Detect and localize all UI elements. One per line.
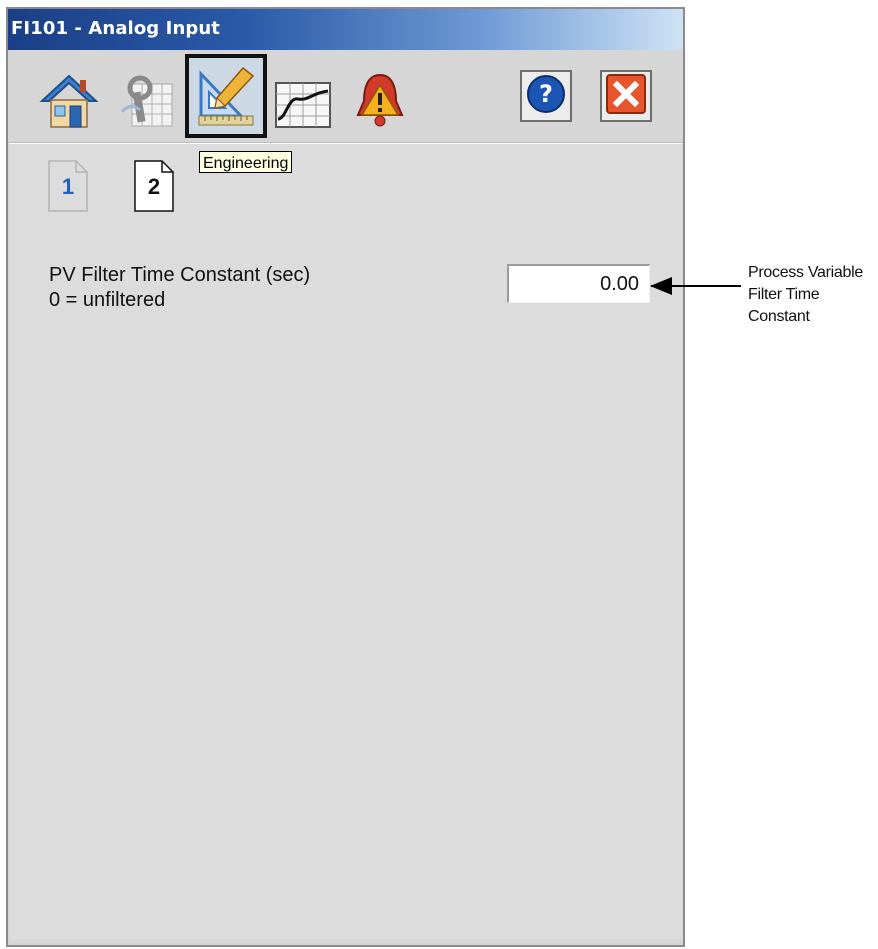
toolbar: ? bbox=[8, 50, 683, 143]
pv-filter-note: 0 = unfiltered bbox=[49, 289, 166, 311]
page-1-label: 1 bbox=[61, 174, 75, 199]
engineering-button[interactable] bbox=[185, 54, 267, 138]
callout-text: Process Variable Filter Time Constant bbox=[748, 262, 873, 328]
page-2-label: 2 bbox=[147, 174, 161, 199]
callout-line-1: Process Variable bbox=[748, 264, 863, 281]
pv-filter-time-constant-input[interactable]: 0.00 bbox=[507, 264, 650, 303]
callout-line-2: Filter Time bbox=[748, 286, 820, 303]
trend-button[interactable] bbox=[272, 74, 334, 136]
trend-icon bbox=[272, 79, 334, 131]
help-icon: ? bbox=[526, 74, 566, 119]
maintenance-icon bbox=[116, 72, 176, 130]
home-button[interactable] bbox=[38, 70, 100, 132]
alarm-bell-icon bbox=[352, 71, 408, 131]
engineering-tooltip: Engineering bbox=[199, 151, 293, 173]
faceplate-window: FI101 - Analog Input ? 1 2 PV Filter Tim… bbox=[6, 7, 685, 947]
maintenance-button[interactable] bbox=[115, 70, 177, 132]
window-title: FI101 - Analog Input bbox=[11, 18, 220, 39]
title-bar: FI101 - Analog Input bbox=[8, 9, 683, 50]
page-2-tab[interactable]: 2 bbox=[134, 160, 174, 212]
alarm-button[interactable] bbox=[349, 70, 411, 132]
close-button[interactable] bbox=[600, 70, 652, 122]
callout-line bbox=[651, 285, 741, 287]
callout-line-3: Constant bbox=[748, 308, 810, 325]
home-icon bbox=[39, 73, 99, 129]
svg-text:?: ? bbox=[539, 80, 553, 108]
pv-filter-label: PV Filter Time Constant (sec) bbox=[49, 264, 311, 286]
close-icon bbox=[605, 73, 647, 120]
page-1-tab[interactable]: 1 bbox=[48, 160, 88, 212]
engineering-icon bbox=[195, 64, 257, 128]
help-button[interactable]: ? bbox=[520, 70, 572, 122]
engineering-panel: 1 2 PV Filter Time Constant (sec) 0 = un… bbox=[9, 143, 682, 939]
